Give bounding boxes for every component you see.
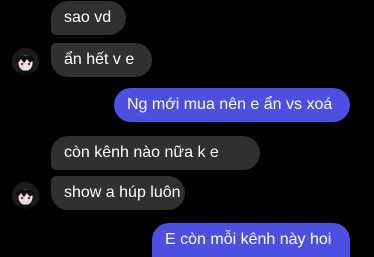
contact-avatar-icon[interactable]	[12, 182, 39, 209]
chat-thread: sao vd ẩn hết v e Ng mới mua nên e ẩn vs…	[0, 0, 374, 257]
message-outgoing[interactable]: E còn mỗi kênh này hoi	[152, 223, 350, 257]
message-text: sao vd	[64, 9, 112, 26]
message-incoming[interactable]: sao vd	[51, 1, 126, 35]
message-text: ẩn hết v e	[64, 51, 135, 68]
message-text: còn kênh nào nữa k e	[64, 144, 219, 161]
message-incoming[interactable]: show a húp luôn	[51, 176, 185, 210]
message-text: E còn mỗi kênh này hoi	[165, 231, 332, 248]
message-incoming[interactable]: ẩn hết v e	[51, 43, 152, 77]
message-outgoing[interactable]: Ng mới mua nên e ẩn vs xoá	[114, 88, 350, 122]
contact-avatar-icon[interactable]	[12, 48, 39, 75]
message-incoming[interactable]: còn kênh nào nữa k e	[51, 136, 260, 170]
message-text: show a húp luôn	[64, 184, 181, 201]
message-text: Ng mới mua nên e ẩn vs xoá	[127, 96, 333, 113]
